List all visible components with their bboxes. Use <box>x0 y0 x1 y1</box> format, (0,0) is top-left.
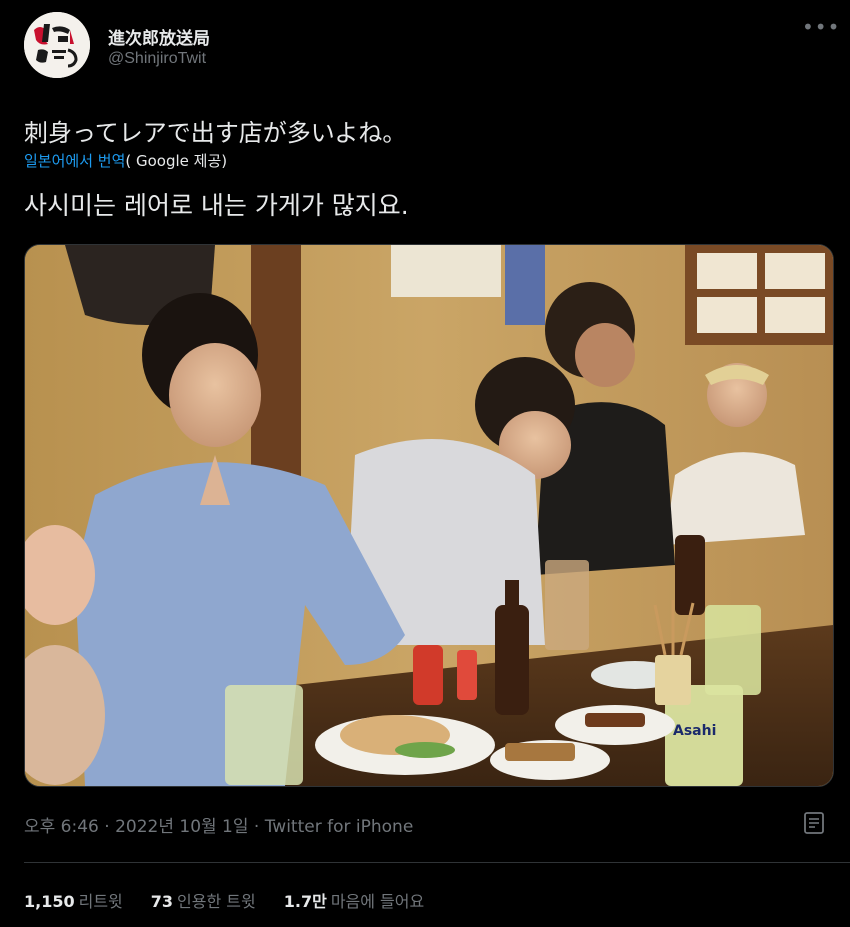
tweet-source[interactable]: Twitter for iPhone <box>265 817 414 837</box>
likes-stat[interactable]: 1.7만 마음에 들어요 <box>284 888 424 912</box>
quotes-label: 인용한 트윗 <box>177 892 256 911</box>
retweets-stat[interactable]: 1,150 리트윗 <box>24 888 123 912</box>
translated-text: 사시미는 레어로 내는 가게가 많지요. <box>24 191 409 220</box>
quotes-stat[interactable]: 73 인용한 트윗 <box>151 888 256 912</box>
meta-separator: · <box>248 817 265 837</box>
likes-label: 마음에 들어요 <box>330 892 425 911</box>
retweets-count: 1,150 <box>24 892 75 911</box>
more-icon[interactable]: ••• <box>802 17 839 42</box>
translate-link[interactable]: 일본어에서 번역 <box>24 152 125 170</box>
photo-image: Asahi <box>25 245 833 786</box>
user-handle[interactable]: @ShinjiroTwit <box>108 50 206 68</box>
tweet-meta: 오후 6:46 · 2022년 10월 1일 · Twitter for iPh… <box>24 812 413 837</box>
analytics-icon[interactable] <box>802 810 826 836</box>
display-name[interactable]: 進次郎放送局 <box>108 24 210 49</box>
retweets-label: 리트윗 <box>78 892 123 911</box>
quotes-count: 73 <box>150 892 174 911</box>
likes-count: 1.7만 <box>283 892 327 911</box>
tweet-text: 刺身ってレアで出す店が多いよね。 <box>24 119 407 147</box>
avatar[interactable] <box>24 12 90 78</box>
divider <box>24 862 850 863</box>
beer-label: Asahi <box>673 723 716 739</box>
translation-attribution: 일본어에서 번역( Google 제공) <box>24 150 227 171</box>
tweet-timestamp[interactable]: 오후 6:46 · 2022년 10월 1일 <box>24 817 249 837</box>
tweet-photo[interactable]: Asahi <box>24 244 834 787</box>
avatar-logo <box>24 12 90 78</box>
tweet-header: 進次郎放送局 @ShinjiroTwit ••• <box>24 12 839 82</box>
translate-provider: ( Google 제공) <box>125 152 228 170</box>
tweet-stats: 1,150 리트윗 73 인용한 트윗 1.7만 마음에 들어요 <box>24 888 424 912</box>
